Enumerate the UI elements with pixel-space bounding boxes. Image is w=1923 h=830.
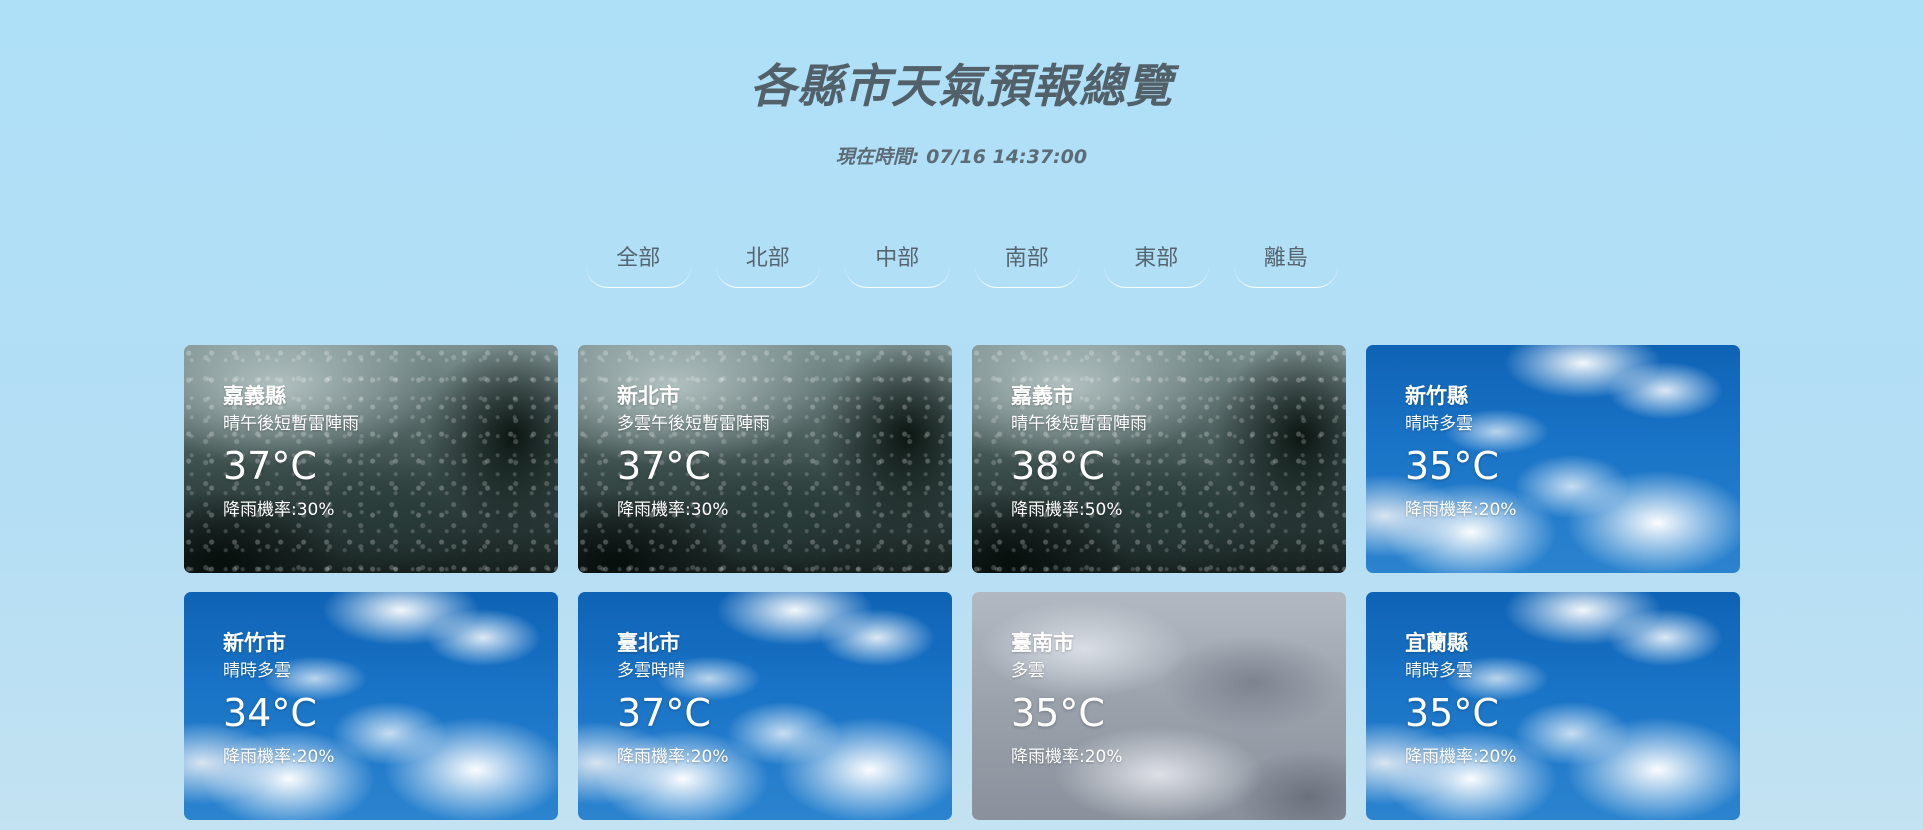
temperature: 35°C bbox=[1405, 691, 1499, 735]
card-content: 臺北市 多雲時晴 37°C 降雨機率:20% bbox=[617, 628, 942, 770]
card-content: 宜蘭縣 晴時多雲 35°C 降雨機率:20% bbox=[1405, 628, 1730, 770]
rain-probability: 降雨機率:20% bbox=[223, 747, 335, 767]
temperature: 37°C bbox=[617, 691, 711, 735]
page-title: 各縣市天氣預報總覽 bbox=[750, 59, 1173, 113]
temperature: 37°C bbox=[617, 444, 711, 488]
weather-description: 晴時多雲 bbox=[1405, 661, 1473, 681]
city-name: 宜蘭縣 bbox=[1405, 631, 1468, 655]
temperature: 35°C bbox=[1405, 444, 1499, 488]
rain-probability: 降雨機率:20% bbox=[1405, 747, 1517, 767]
temperature: 37°C bbox=[223, 444, 317, 488]
weather-card[interactable]: 臺南市 多雲 35°C 降雨機率:20% bbox=[972, 592, 1346, 820]
rain-probability: 降雨機率:20% bbox=[1011, 747, 1123, 767]
city-name: 嘉義縣 bbox=[223, 384, 286, 408]
weather-card[interactable]: 嘉義市 晴午後短暫雷陣雨 38°C 降雨機率:50% bbox=[972, 345, 1346, 573]
weather-card[interactable]: 嘉義縣 晴午後短暫雷陣雨 37°C 降雨機率:30% bbox=[184, 345, 558, 573]
weather-card-grid: 嘉義縣 晴午後短暫雷陣雨 37°C 降雨機率:30% 新北市 多雲午後短暫雷陣雨… bbox=[184, 345, 1740, 820]
city-name: 臺南市 bbox=[1011, 631, 1074, 655]
card-content: 新竹縣 晴時多雲 35°C 降雨機率:20% bbox=[1405, 381, 1730, 523]
rain-probability: 降雨機率:20% bbox=[617, 747, 729, 767]
weather-card[interactable]: 新竹市 晴時多雲 34°C 降雨機率:20% bbox=[184, 592, 558, 820]
weather-description: 晴午後短暫雷陣雨 bbox=[1011, 414, 1147, 434]
temperature: 34°C bbox=[223, 691, 317, 735]
weather-description: 晴午後短暫雷陣雨 bbox=[223, 414, 359, 434]
card-content: 新竹市 晴時多雲 34°C 降雨機率:20% bbox=[223, 628, 548, 770]
tab-east[interactable]: 東部 bbox=[1104, 236, 1209, 288]
weather-description: 多雲時晴 bbox=[617, 661, 685, 681]
weather-description: 晴時多雲 bbox=[1405, 414, 1473, 434]
weather-card[interactable]: 宜蘭縣 晴時多雲 35°C 降雨機率:20% bbox=[1366, 592, 1740, 820]
weather-description: 晴時多雲 bbox=[223, 661, 291, 681]
rain-probability: 降雨機率:30% bbox=[223, 500, 335, 520]
weather-description: 多雲午後短暫雷陣雨 bbox=[617, 414, 770, 434]
current-time: 現在時間: 07/16 14:37:00 bbox=[835, 146, 1088, 168]
weather-card[interactable]: 新竹縣 晴時多雲 35°C 降雨機率:20% bbox=[1366, 345, 1740, 573]
weather-card[interactable]: 臺北市 多雲時晴 37°C 降雨機率:20% bbox=[578, 592, 952, 820]
rain-probability: 降雨機率:50% bbox=[1011, 500, 1123, 520]
temperature: 38°C bbox=[1011, 444, 1105, 488]
tab-central[interactable]: 中部 bbox=[845, 236, 950, 288]
city-name: 新竹市 bbox=[223, 631, 286, 655]
card-content: 臺南市 多雲 35°C 降雨機率:20% bbox=[1011, 628, 1336, 770]
temperature: 35°C bbox=[1011, 691, 1105, 735]
tab-islands[interactable]: 離島 bbox=[1233, 236, 1338, 288]
city-name: 臺北市 bbox=[617, 631, 680, 655]
rain-probability: 降雨機率:30% bbox=[617, 500, 729, 520]
card-content: 嘉義縣 晴午後短暫雷陣雨 37°C 降雨機率:30% bbox=[223, 381, 548, 523]
card-content: 嘉義市 晴午後短暫雷陣雨 38°C 降雨機率:50% bbox=[1011, 381, 1336, 523]
region-tabs: 全部 北部 中部 南部 東部 離島 bbox=[586, 236, 1338, 290]
tab-all[interactable]: 全部 bbox=[586, 236, 691, 288]
weather-description: 多雲 bbox=[1011, 661, 1045, 681]
rain-probability: 降雨機率:20% bbox=[1405, 500, 1517, 520]
card-content: 新北市 多雲午後短暫雷陣雨 37°C 降雨機率:30% bbox=[617, 381, 942, 523]
city-name: 新北市 bbox=[617, 384, 680, 408]
tab-south[interactable]: 南部 bbox=[974, 236, 1079, 288]
city-name: 新竹縣 bbox=[1405, 384, 1468, 408]
tab-north[interactable]: 北部 bbox=[715, 236, 820, 288]
weather-card[interactable]: 新北市 多雲午後短暫雷陣雨 37°C 降雨機率:30% bbox=[578, 345, 952, 573]
city-name: 嘉義市 bbox=[1011, 384, 1074, 408]
